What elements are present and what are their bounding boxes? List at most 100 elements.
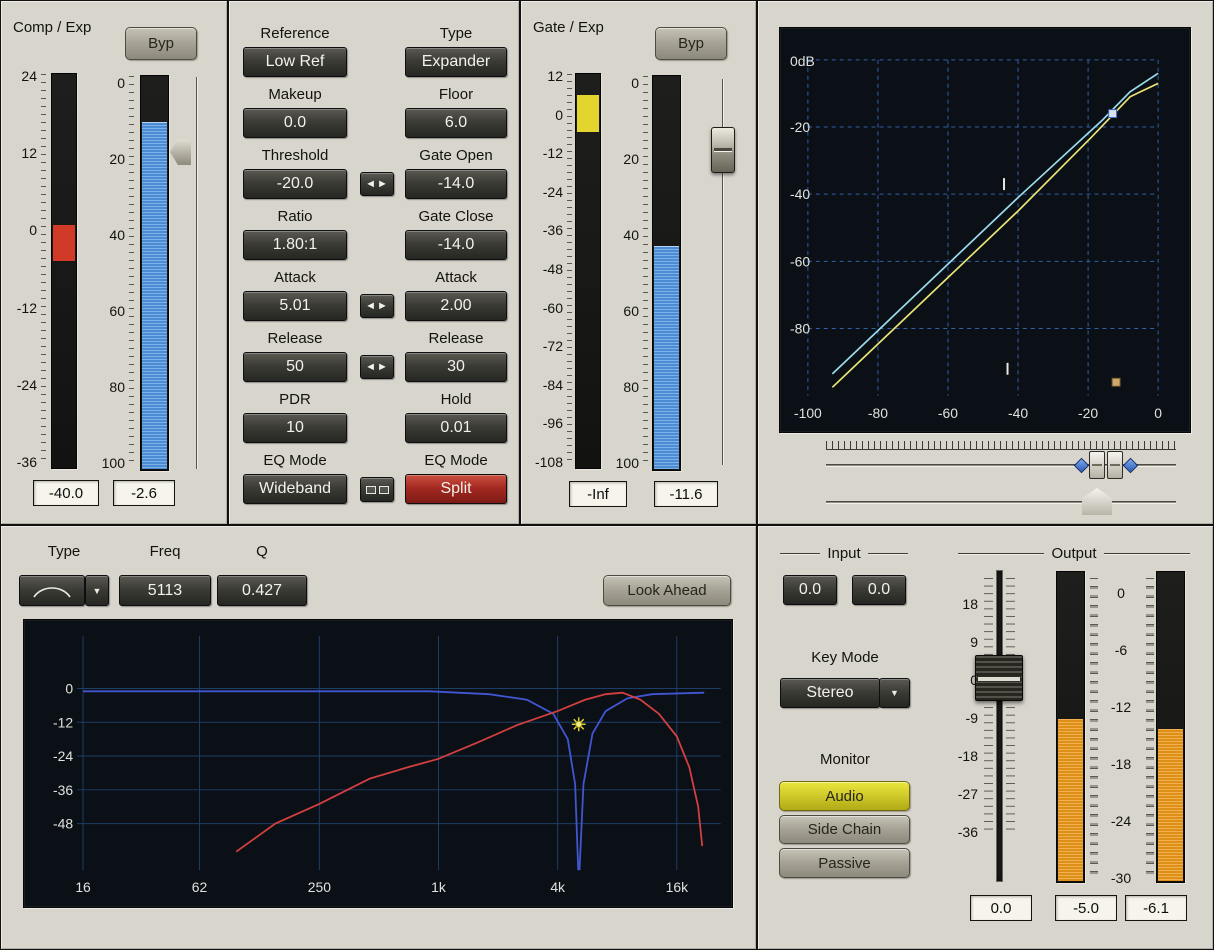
output-meter-right <box>1156 571 1185 883</box>
transfer-offset-handle[interactable] <box>1082 488 1112 515</box>
type-button[interactable]: Expander <box>405 47 507 77</box>
curve-handle[interactable] <box>1109 110 1117 118</box>
control-label: Makeup <box>243 86 347 103</box>
control-label: Release <box>243 330 347 347</box>
gate-open-value[interactable]: -14.0 <box>405 169 507 199</box>
tick-label: 60 <box>609 303 639 319</box>
comp-threshold-handle[interactable] <box>170 139 191 165</box>
tick-label: -18 <box>1104 756 1138 772</box>
eq-freq-label: Freq <box>119 543 211 560</box>
comp-level-fill <box>142 122 167 469</box>
tick-label: -24 <box>1104 813 1138 829</box>
axis-tick-label: 16k <box>666 879 688 895</box>
range-handle-left[interactable] <box>1089 451 1105 479</box>
io-panel: Input 0.0 0.0 Output Key Mode Stereo ▼ M… <box>757 525 1214 950</box>
gate-gr-readout: -Inf <box>569 481 627 507</box>
input-label: Input <box>827 545 860 562</box>
gate-gr-scale: 120-12-24-36-48-60-72-84-96-108 <box>523 68 563 470</box>
tick-label: 0 <box>948 672 978 688</box>
tick-label: 0 <box>3 222 37 238</box>
output-label: Output <box>1051 545 1096 562</box>
input-fader-handle[interactable] <box>975 655 1023 701</box>
axis-tick-label: 0 <box>1154 405 1162 421</box>
transfer-range-handles[interactable] <box>1076 451 1136 479</box>
eq-type-dropdown-button[interactable]: ▼ <box>85 575 109 606</box>
tick-label: -6 <box>1104 642 1138 658</box>
tick-label: -108 <box>523 454 563 470</box>
input-fader-track[interactable] <box>997 571 1002 881</box>
tick-label: -48 <box>523 261 563 277</box>
output-meter-left-fill <box>1058 719 1083 881</box>
pdr-value[interactable]: 10 <box>243 413 347 443</box>
gate-exp-title: Gate / Exp <box>533 19 604 36</box>
eq-mode-split-button[interactable]: Split <box>405 474 507 504</box>
eq-type-button[interactable] <box>19 575 85 606</box>
tick-label: 0 <box>523 107 563 123</box>
tick-label: 18 <box>948 596 978 612</box>
gate-threshold-handle[interactable] <box>711 127 735 173</box>
control-label: EQ Mode <box>405 452 507 469</box>
eq-graph[interactable]: 0-12-24-36-4816622501k4k16k <box>23 619 733 908</box>
gate-close-value[interactable]: -14.0 <box>405 230 507 260</box>
tick-label: 60 <box>95 303 125 319</box>
control-label: Ratio <box>243 208 347 225</box>
eq-mode-wideband-button[interactable]: Wideband <box>243 474 347 504</box>
tick-marks <box>1006 578 1015 834</box>
tick-marks <box>1090 578 1098 878</box>
reference-button[interactable]: Low Ref <box>243 47 347 77</box>
tick-label: 80 <box>95 379 125 395</box>
monitor-side-chain-button[interactable]: Side Chain <box>779 815 910 844</box>
eq-type-label: Type <box>19 543 109 560</box>
gate-bypass-button[interactable]: Byp <box>655 27 727 60</box>
comp-level-scale: 020406080100 <box>95 75 125 471</box>
threshold-link-button[interactable]: ◄► <box>360 172 394 196</box>
transfer-offset-track[interactable] <box>826 501 1176 504</box>
tick-label: 0 <box>1104 585 1138 601</box>
axis-tick-label: -40 <box>790 186 810 202</box>
tick-label: 40 <box>95 227 125 243</box>
comp-bypass-button[interactable]: Byp <box>125 27 197 60</box>
key-mode-select[interactable]: Stereo <box>780 678 880 708</box>
control-label: EQ Mode <box>243 452 347 469</box>
eq-band-handle[interactable] <box>576 721 582 727</box>
comp-release-value[interactable]: 50 <box>243 352 347 382</box>
comp-threshold-track[interactable] <box>196 77 198 469</box>
gate-level-segment <box>577 95 599 132</box>
threshold-value[interactable]: -20.0 <box>243 169 347 199</box>
comp-attack-value[interactable]: 5.01 <box>243 291 347 321</box>
monitor-passive-button[interactable]: Passive <box>779 848 910 878</box>
tick-label: -30 <box>1104 870 1138 886</box>
ratio-value[interactable]: 1.80:1 <box>243 230 347 260</box>
axis-tick-label: 4k <box>550 879 565 895</box>
comp-gr-readout: -40.0 <box>33 480 99 506</box>
gate-attack-value[interactable]: 2.00 <box>405 291 507 321</box>
tick-label: -72 <box>523 338 563 354</box>
tick-label: -12 <box>3 300 37 316</box>
tick-marks <box>129 76 134 466</box>
eq-q-value[interactable]: 0.427 <box>217 575 307 606</box>
tick-label: -12 <box>1104 699 1138 715</box>
tick-label: 100 <box>609 455 639 471</box>
hold-value[interactable]: 0.01 <box>405 413 507 443</box>
key-mode-dropdown-button[interactable]: ▼ <box>879 678 910 708</box>
tick-label: 100 <box>95 455 125 471</box>
floor-value[interactable]: 6.0 <box>405 108 507 138</box>
tick-label: -27 <box>948 786 978 802</box>
range-handle-right[interactable] <box>1107 451 1123 479</box>
input-trim-left-value[interactable]: 0.0 <box>783 575 837 605</box>
output-meter-left <box>1056 571 1085 883</box>
floor-handle[interactable] <box>1112 378 1120 386</box>
transfer-graph[interactable]: 0dB-20-40-60-80-100-80-60-40-200 <box>779 27 1191 433</box>
look-ahead-button[interactable]: Look Ahead <box>603 575 731 606</box>
eq-split-pair-button[interactable] <box>360 477 394 502</box>
monitor-audio-button[interactable]: Audio <box>779 781 910 811</box>
eq-freq-value[interactable]: 5113 <box>119 575 211 606</box>
comp-gr-scale: 24120-12-24-36 <box>3 68 37 470</box>
gate-exp-curve <box>832 83 1158 387</box>
release-link-button[interactable]: ◄► <box>360 355 394 379</box>
tick-label: -12 <box>523 145 563 161</box>
input-trim-right-value[interactable]: 0.0 <box>852 575 906 605</box>
gate-release-value[interactable]: 30 <box>405 352 507 382</box>
attack-link-button[interactable]: ◄► <box>360 294 394 318</box>
makeup-value[interactable]: 0.0 <box>243 108 347 138</box>
